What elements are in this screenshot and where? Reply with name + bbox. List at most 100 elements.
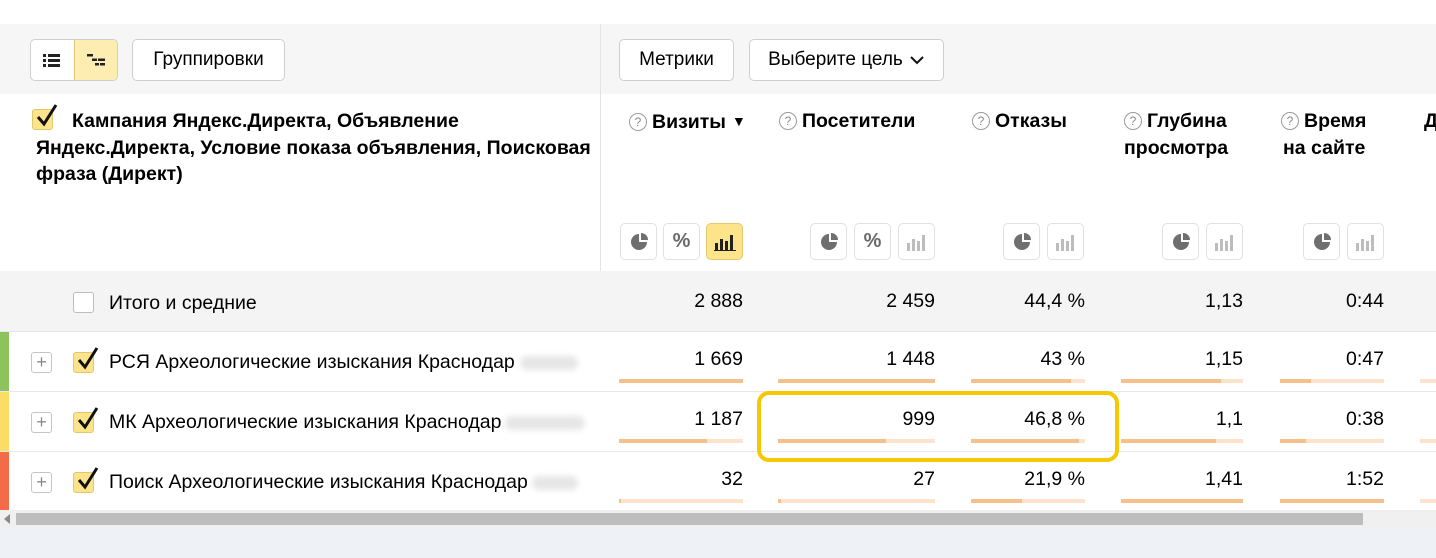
checkmark-icon [77, 467, 99, 490]
total-visitors: 2 459 [886, 290, 935, 312]
pie-chart-toggle[interactable] [1162, 223, 1199, 260]
help-icon[interactable]: ? [1281, 112, 1299, 130]
column-header-time[interactable]: ? Время на сайте [1281, 108, 1366, 162]
value-bar [1420, 439, 1436, 443]
expand-row-icon[interactable]: + [31, 352, 52, 373]
cell-visits: 32 [721, 468, 743, 490]
bar-chart-toggle[interactable] [1347, 223, 1384, 260]
pie-chart-toggle[interactable] [810, 223, 847, 260]
percent-toggle[interactable]: % [854, 223, 891, 260]
column-header-bounces[interactable]: ? Отказы [972, 108, 1067, 135]
expand-row-icon[interactable]: + [31, 472, 52, 493]
page-footer-area [0, 528, 1436, 558]
cell-visits: 1 187 [694, 408, 743, 430]
metrics-button[interactable]: Метрики [619, 39, 734, 81]
checkmark-icon [77, 407, 99, 430]
totals-checkbox[interactable] [73, 292, 94, 313]
view-toggle[interactable] [30, 39, 118, 81]
bar-chart-toggle[interactable] [1206, 223, 1243, 260]
cell-time: 1:52 [1346, 468, 1384, 490]
redacted-text [505, 416, 585, 430]
help-icon[interactable]: ? [779, 112, 797, 130]
row-checkbox[interactable] [73, 347, 99, 373]
column-header-visitors[interactable]: ? Посетители [779, 108, 915, 135]
cell-time: 0:47 [1346, 348, 1384, 370]
value-bar-fill [1280, 499, 1384, 503]
pie-chart-toggle[interactable] [1003, 223, 1040, 260]
cell-visits: 1 669 [694, 348, 743, 370]
scroll-left-icon[interactable] [4, 514, 10, 524]
column-header-visits[interactable]: ? Визиты ▼ [629, 108, 746, 136]
dimension-header: Кампания Яндекс.Директа, Объявление Янде… [36, 110, 591, 185]
tree-view-button[interactable] [73, 40, 117, 80]
pie-chart-toggle[interactable] [1303, 223, 1340, 260]
cell-bounces: 21,9 % [1024, 468, 1085, 490]
row-label[interactable]: РСЯ Археологические изыскания Краснодар [109, 351, 515, 374]
tree-icon [86, 54, 105, 66]
help-icon[interactable]: ? [629, 113, 647, 131]
highlight-frame [757, 391, 1119, 462]
value-bar-fill [971, 499, 1022, 503]
value-bar-fill [1280, 379, 1311, 383]
goal-select[interactable]: Выберите цель [749, 39, 944, 81]
value-bar-fill [1121, 499, 1243, 503]
value-bar [1121, 379, 1243, 383]
value-bar-fill [1280, 439, 1306, 443]
pie-chart-icon [630, 232, 648, 250]
value-bar [971, 379, 1085, 383]
pie-chart-icon [1172, 232, 1190, 250]
value-bar-fill [1121, 379, 1221, 383]
value-bar [1280, 439, 1384, 443]
pie-chart-icon [1313, 232, 1331, 250]
cell-depth: 1,1 [1215, 408, 1243, 430]
bar-chart-icon [1355, 234, 1374, 251]
total-depth: 1,13 [1205, 290, 1243, 312]
row-checkbox[interactable] [73, 467, 99, 493]
cell-bounces: 43 % [1040, 348, 1085, 370]
value-bar-fill [778, 379, 935, 383]
bar-chart-toggle[interactable] [898, 223, 935, 260]
groupings-button[interactable]: Группировки [132, 39, 285, 81]
row-label[interactable]: Поиск Археологические изыскания Краснода… [109, 471, 528, 494]
help-icon[interactable]: ? [1124, 112, 1142, 130]
column-header-depth[interactable]: ? Глубина просмотра [1124, 108, 1228, 162]
redacted-text [532, 476, 578, 490]
pie-chart-toggle[interactable] [620, 223, 657, 260]
redacted-text [520, 356, 578, 370]
value-bar [971, 499, 1085, 503]
bar-chart-icon [713, 234, 736, 251]
bar-chart-toggle[interactable] [1047, 223, 1084, 260]
expand-row-icon[interactable]: + [31, 412, 52, 433]
row-color-strip [0, 392, 9, 451]
value-bar-fill [619, 439, 707, 443]
cell-visitors: 1 448 [886, 348, 935, 370]
percent-icon: % [863, 230, 882, 252]
percent-toggle[interactable]: % [663, 223, 700, 260]
scrollbar-thumb[interactable] [16, 513, 1363, 525]
value-bar [1420, 499, 1436, 503]
sort-desc-icon[interactable]: ▼ [732, 113, 746, 129]
value-bar-fill [619, 499, 621, 503]
help-icon[interactable]: ? [972, 112, 990, 130]
top-strip [0, 0, 1436, 24]
value-bar [1121, 499, 1243, 503]
value-bar [1420, 379, 1436, 383]
checkmark-icon [77, 347, 99, 370]
list-view-button[interactable] [31, 40, 74, 80]
bar-chart-toggle[interactable] [706, 223, 743, 260]
cell-depth: 1,15 [1205, 348, 1243, 370]
totals-label: Итого и средние [109, 292, 257, 314]
chevron-down-icon [910, 56, 924, 65]
bar-chart-icon [1214, 234, 1233, 251]
row-label[interactable]: МК Археологические изыскания Краснодар [109, 411, 501, 434]
cell-visitors: 27 [913, 468, 935, 490]
value-bar [1121, 439, 1243, 443]
total-bounces: 44,4 % [1024, 290, 1085, 312]
column-header-partial[interactable]: Д [1424, 108, 1436, 135]
value-bar [1280, 379, 1384, 383]
percent-icon: % [672, 230, 691, 252]
row-checkbox[interactable] [73, 407, 99, 433]
value-bar-fill [1121, 439, 1216, 443]
value-bar [619, 439, 743, 443]
value-bar [619, 499, 743, 503]
